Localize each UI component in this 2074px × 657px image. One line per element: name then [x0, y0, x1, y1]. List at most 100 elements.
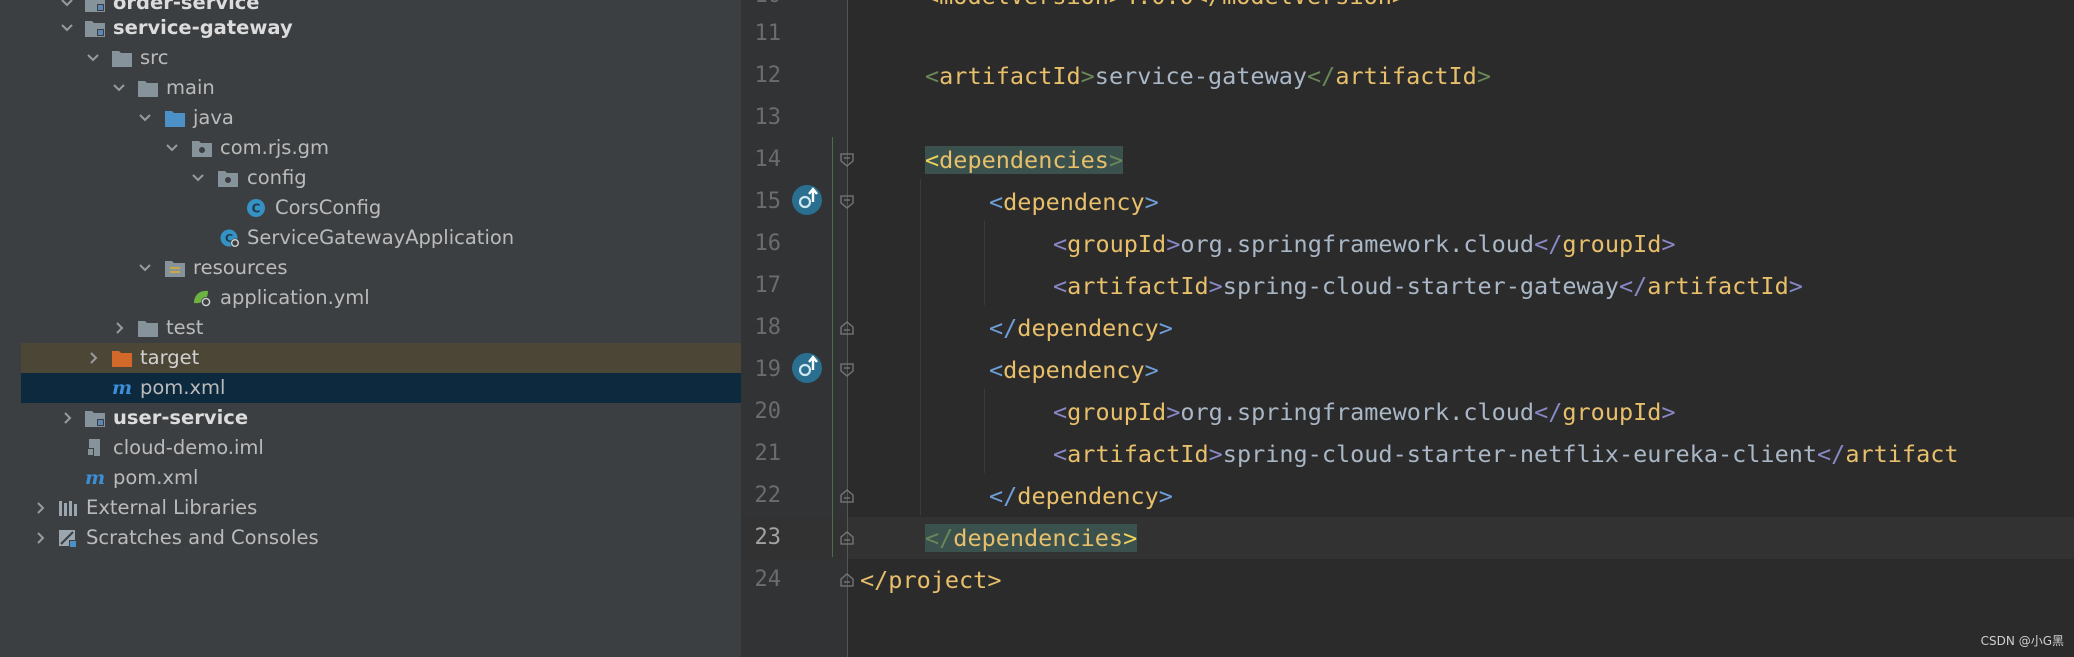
tree-item-scratches-and-consoles[interactable]: Scratches and Consoles: [21, 523, 741, 553]
code-line-14[interactable]: <dependencies>: [925, 139, 1124, 181]
package-icon: [192, 141, 212, 157]
chevron-down-icon[interactable]: [164, 133, 180, 163]
change-marker: [832, 137, 833, 557]
tree-item-target[interactable]: target: [21, 343, 741, 373]
iml-file-icon: [87, 439, 100, 456]
line-number-current: 23: [754, 525, 782, 550]
xml-value: org.springframework.cloud: [1180, 230, 1535, 258]
chevron-down-icon[interactable]: [190, 163, 206, 193]
code-line-21[interactable]: <artifactId>spring-cloud-starter-netflix…: [1053, 433, 1959, 475]
code-line-22[interactable]: </dependency>: [989, 475, 1173, 517]
tree-item-pom-xml[interactable]: m pom.xml: [21, 373, 741, 403]
line-number: 12: [754, 63, 782, 88]
chevron-down-icon[interactable]: [137, 253, 153, 283]
xml-tag: dependency: [1003, 188, 1145, 216]
tree-item-label: main: [166, 76, 215, 99]
tree-item-root-pom-xml[interactable]: m pom.xml: [21, 463, 741, 493]
fold-collapse-icon[interactable]: [840, 363, 854, 377]
spring-boot-class-icon: C: [220, 229, 240, 248]
code-line-17[interactable]: <artifactId>spring-cloud-starter-gateway…: [1053, 265, 1803, 307]
tree-item-cloud-demo-iml[interactable]: cloud-demo.iml: [21, 433, 741, 463]
folder-icon: [138, 321, 158, 337]
fold-end-icon[interactable]: [840, 531, 854, 545]
code-line-16[interactable]: <groupId>org.springframework.cloud</grou…: [1053, 223, 1676, 265]
xml-value: service-gateway: [1094, 62, 1308, 90]
line-number: 24: [754, 567, 782, 592]
tree-item-service-gateway-application[interactable]: C ServiceGatewayApplication: [21, 223, 741, 253]
xml-tag: artifact: [1845, 440, 1959, 468]
fold-collapse-icon[interactable]: [840, 153, 854, 167]
svg-text:C: C: [252, 202, 261, 216]
fold-end-icon[interactable]: [840, 321, 854, 335]
tree-item-label: config: [247, 166, 307, 189]
code-line-12[interactable]: <artifactId>service-gateway</artifactId>: [925, 55, 1491, 97]
tree-item-src[interactable]: src: [21, 43, 741, 73]
overrides-icon[interactable]: [791, 350, 825, 384]
chevron-down-icon[interactable]: [59, 13, 75, 43]
package-icon: [218, 171, 238, 187]
fold-end-icon[interactable]: [840, 573, 854, 587]
chevron-right-icon[interactable]: [32, 523, 48, 553]
code-line-15[interactable]: <dependency>: [989, 181, 1159, 223]
tree-item-service-gateway[interactable]: service-gateway: [21, 13, 741, 43]
xml-tag: artifactId: [1067, 440, 1209, 468]
xml-value: spring-cloud-starter-netflix-eureka-clie…: [1222, 440, 1818, 468]
project-tree: order-service service-gateway src main j…: [0, 0, 741, 657]
module-folder-icon: [85, 0, 105, 12]
indent-guide: [984, 221, 985, 305]
code-line-24[interactable]: </project>: [860, 559, 1002, 601]
tree-item-user-service[interactable]: user-service: [21, 403, 741, 433]
tree-item-test[interactable]: test: [21, 313, 741, 343]
tree-item-label: External Libraries: [86, 496, 258, 519]
xml-tag: groupId: [1067, 398, 1167, 426]
tree-item-label: com.rjs.gm: [220, 136, 330, 159]
tree-item-external-libraries[interactable]: External Libraries: [21, 493, 741, 523]
tree-item-application-yml[interactable]: application.yml: [21, 283, 741, 313]
xml-tag: groupId: [1562, 398, 1662, 426]
tree-item-package-config[interactable]: config: [21, 163, 741, 193]
xml-tag: artifactId: [1067, 272, 1209, 300]
chevron-down-icon[interactable]: [111, 73, 127, 103]
chevron-down-icon[interactable]: [85, 43, 101, 73]
code-line-20[interactable]: <groupId>org.springframework.cloud</grou…: [1053, 391, 1676, 433]
fold-collapse-icon[interactable]: [840, 195, 854, 209]
code-line-23[interactable]: </dependencies>: [925, 517, 1138, 559]
libraries-icon: [59, 501, 77, 516]
line-number: 18: [754, 315, 782, 340]
chevron-right-icon[interactable]: [32, 493, 48, 523]
xml-tag: groupId: [1562, 230, 1662, 258]
tree-item-label: CorsConfig: [275, 196, 382, 219]
resources-folder-icon: [165, 261, 185, 277]
code-line-10[interactable]: <modelVersion>4.0.0</modelVersion>: [925, 0, 1406, 17]
folder-icon: [112, 51, 132, 67]
code-line-19[interactable]: <dependency>: [989, 349, 1159, 391]
xml-tag: artifactId: [1335, 62, 1477, 90]
tree-item-resources[interactable]: resources: [21, 253, 741, 283]
module-folder-icon: [85, 21, 105, 37]
tree-item-package-com-rjs-gm[interactable]: com.rjs.gm: [21, 133, 741, 163]
fold-end-icon[interactable]: [840, 489, 854, 503]
code-line-18[interactable]: </dependency>: [989, 307, 1173, 349]
tree-item-cors-config[interactable]: C CorsConfig: [21, 193, 741, 223]
tree-item-java[interactable]: java: [21, 103, 741, 133]
xml-tag: dependencies: [939, 146, 1109, 174]
line-number: 17: [754, 273, 782, 298]
tree-item-main[interactable]: main: [21, 73, 741, 103]
line-number: 14: [754, 147, 782, 172]
line-number: 19: [754, 357, 782, 382]
tree-item-label: service-gateway: [113, 16, 293, 39]
chevron-right-icon[interactable]: [85, 343, 101, 373]
chevron-right-icon[interactable]: [111, 313, 127, 343]
xml-tag: dependency: [1017, 482, 1159, 510]
tree-item-label: resources: [193, 256, 288, 279]
maven-icon: m: [85, 468, 105, 488]
chevron-down-icon[interactable]: [137, 103, 153, 133]
class-icon: C: [247, 199, 265, 217]
indent-guide: [984, 389, 985, 473]
overrides-icon[interactable]: [791, 182, 825, 216]
tree-item-label: cloud-demo.iml: [113, 436, 264, 459]
line-number: 20: [754, 399, 782, 424]
chevron-right-icon[interactable]: [59, 403, 75, 433]
tree-item-label: user-service: [113, 406, 249, 429]
tree-item-label: java: [193, 106, 234, 129]
